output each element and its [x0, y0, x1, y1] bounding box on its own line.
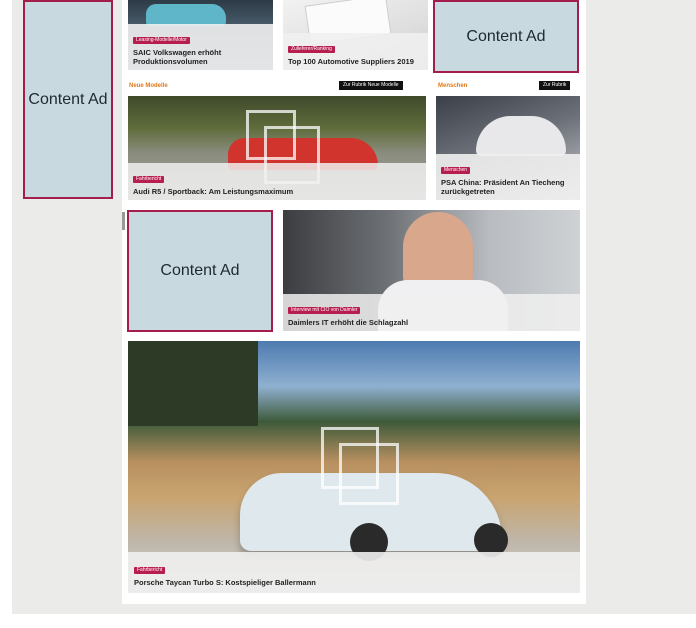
article-headline[interactable]: Porsche Taycan Turbo S: Kostspieliger Ba… — [134, 578, 574, 587]
article-tag: Fahrbericht — [133, 176, 165, 183]
content-ad-middle[interactable]: Content Ad — [127, 210, 273, 332]
article-headline[interactable]: Top 100 Automotive Suppliers 2019 — [288, 57, 423, 66]
article-caption: Menschen PSA China: Präsident An Tiechen… — [436, 154, 580, 200]
article-caption: Fahrbericht Audi R5 / Sportback: Am Leis… — [128, 163, 426, 200]
image-placeholder-icon — [339, 443, 399, 505]
factory-image — [476, 116, 566, 156]
article-headline[interactable]: SAIC Volkswagen erhöht Produktionsvolume… — [133, 48, 268, 66]
article-caption: Interview mit CIO von Daimler Daimlers I… — [283, 294, 580, 331]
section-title-people: Menschen — [438, 83, 468, 89]
content-ad-left[interactable]: Content Ad — [23, 0, 113, 199]
section-button-new-models[interactable]: Zur Rubrik Neue Modelle — [339, 81, 403, 90]
car-image — [146, 4, 226, 26]
ad-label: Content Ad — [466, 27, 546, 45]
article-tag: Interview mit CIO von Daimler — [288, 307, 361, 314]
article-headline[interactable]: Daimlers IT erhöht die Schlagzahl — [288, 318, 575, 327]
article-caption: Fahrbericht Porsche Taycan Turbo S: Kost… — [128, 552, 580, 593]
article-card-audi[interactable]: Fahrbericht Audi R5 / Sportback: Am Leis… — [128, 96, 426, 200]
article-tag: Leasing-Modelle/Motor — [133, 37, 190, 44]
article-tag: Fahrbericht — [134, 567, 166, 574]
scrollbar-thumb[interactable] — [122, 212, 125, 230]
tree-line — [128, 341, 258, 426]
article-caption: Zulieferer/Ranking Top 100 Automotive Su… — [283, 33, 428, 70]
article-headline[interactable]: PSA China: Präsident An Tiecheng zurückg… — [441, 178, 575, 196]
article-card-suppliers[interactable]: Zulieferer/Ranking Top 100 Automotive Su… — [283, 0, 428, 70]
article-card-psa[interactable]: Menschen PSA China: Präsident An Tiechen… — [436, 96, 580, 200]
article-card-saic[interactable]: Leasing-Modelle/Motor SAIC Volkswagen er… — [128, 0, 273, 70]
article-tag: Zulieferer/Ranking — [288, 46, 335, 53]
content-ad-top[interactable]: Content Ad — [433, 0, 579, 73]
article-caption: Leasing-Modelle/Motor SAIC Volkswagen er… — [128, 24, 273, 70]
ad-label: Content Ad — [160, 262, 240, 279]
article-headline[interactable]: Audi R5 / Sportback: Am Leistungsmaximum — [133, 187, 421, 196]
section-title-new-models: Neue Modelle — [129, 83, 168, 89]
article-card-daimler[interactable]: Interview mit CIO von Daimler Daimlers I… — [283, 210, 580, 331]
section-button-people[interactable]: Zur Rubrik — [539, 81, 571, 90]
article-tag: Menschen — [441, 167, 471, 174]
article-card-porsche[interactable]: Fahrbericht Porsche Taycan Turbo S: Kost… — [128, 341, 580, 593]
ad-label: Content Ad — [28, 90, 108, 108]
